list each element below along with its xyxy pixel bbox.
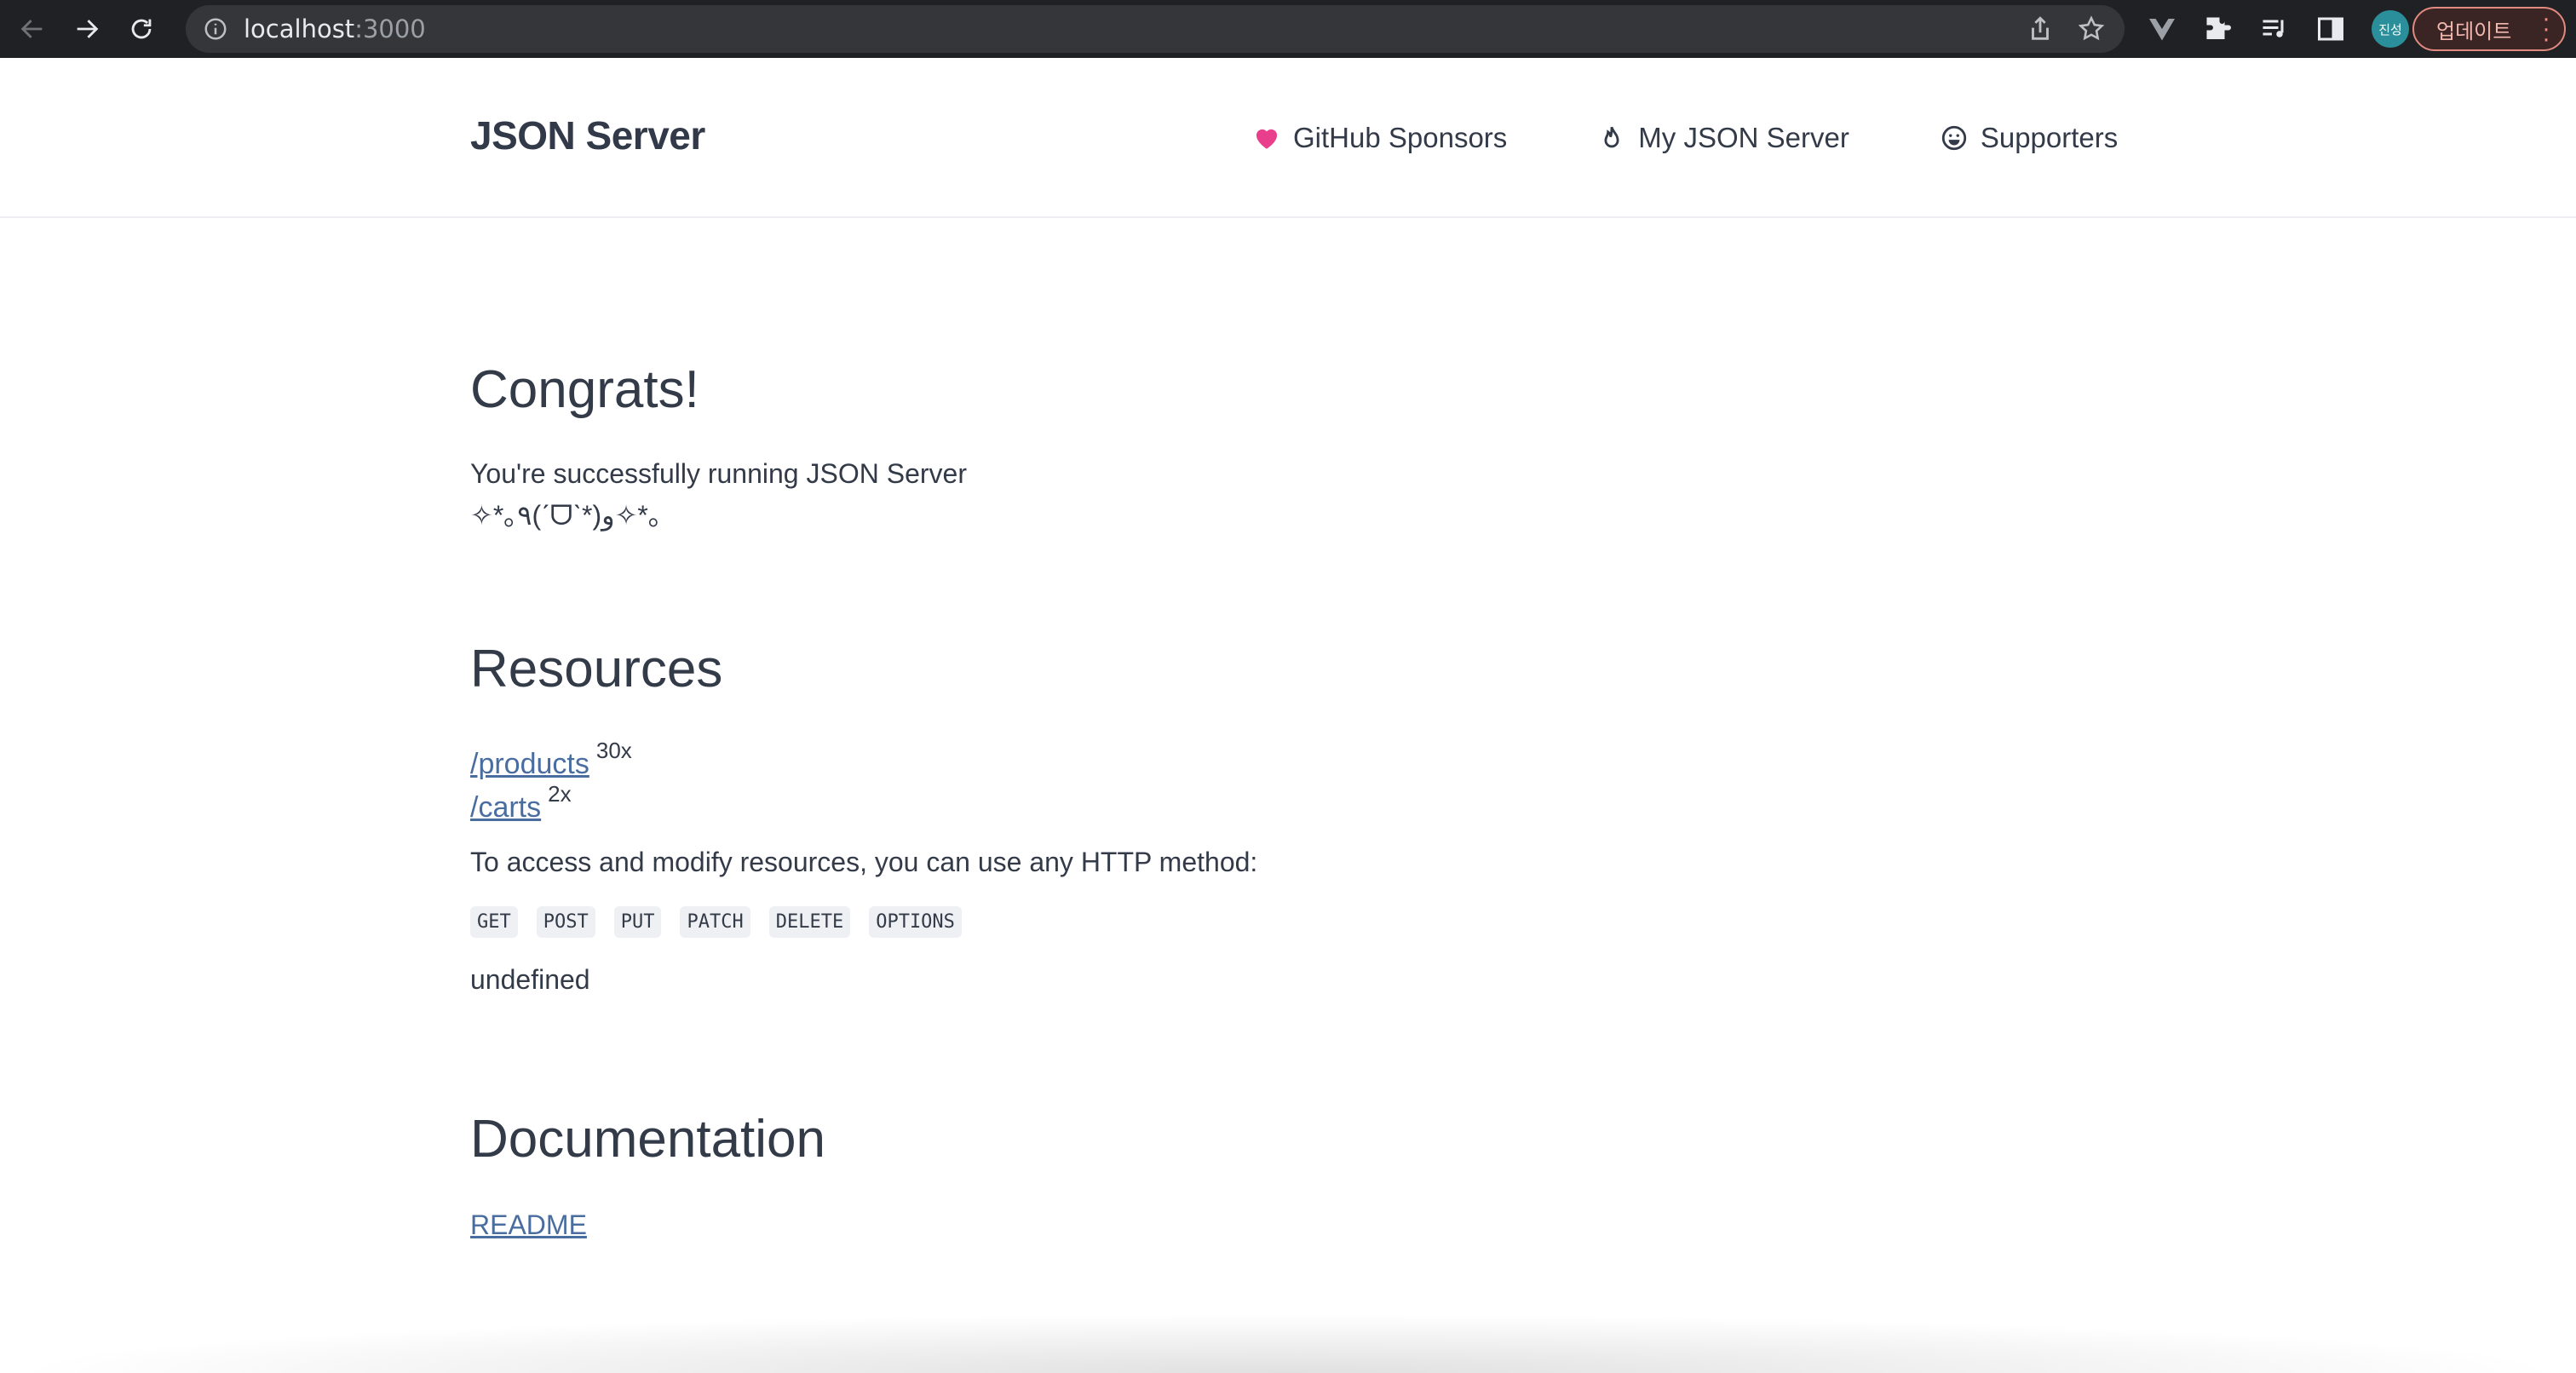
flame-icon [1604,126,1619,148]
nav-label: My JSON Server [1638,122,1849,153]
back-button[interactable] [10,7,55,51]
share-icon[interactable] [2026,14,2055,43]
extensions-puzzle-icon[interactable] [2203,14,2234,44]
nav-label: Supporters [1980,122,2119,153]
arrow-left-icon [20,20,43,38]
update-label: 업데이트 [2436,19,2512,43]
resource-count: 2x [548,781,572,807]
readme-link[interactable]: README [470,1209,587,1240]
nav-supporters[interactable]: Supporters [1940,122,2118,154]
access-text: To access and modify resources, you can … [470,847,1258,877]
nav-my-json-server[interactable]: My JSON Server [1597,122,1849,154]
method-badge: PATCH [680,906,750,938]
smile-icon [1941,125,1967,151]
reload-button[interactable] [119,7,164,51]
method-badge: DELETE [768,906,851,938]
heart-icon [1256,129,1278,149]
vue-devtools-icon[interactable] [2147,14,2177,44]
running-message: You're successfully running JSON Server [470,458,967,489]
method-badge: PUT [613,906,662,938]
side-panel-icon[interactable] [2315,14,2346,44]
info-icon[interactable] [203,16,228,42]
resources-heading: Resources [470,640,723,698]
site-header: JSON Server GitHub Sponsors My JSON Serv… [0,58,2576,218]
url-host: localhost [244,14,355,43]
resource-count: 30x [595,738,632,763]
kebab-menu-icon[interactable]: · · · [2542,9,2550,52]
browser-toolbar: localhost:3000 진성 업데이트 · · · [0,0,2576,58]
undefined-text: undefined [470,964,590,995]
nav-github-sponsors[interactable]: GitHub Sponsors [1252,122,1507,154]
http-methods: GET POST PUT PATCH DELETE OPTIONS [470,906,962,938]
update-button[interactable]: 업데이트 · · · [2412,7,2566,52]
window-bottom-shadow [0,1313,2576,1373]
readme-row: README [470,1209,587,1241]
arrow-right-icon [77,20,99,38]
documentation-heading: Documentation [470,1110,826,1169]
page: JSON Server GitHub Sponsors My JSON Serv… [0,58,2576,1373]
bookmark-star-icon[interactable] [2077,14,2106,43]
congrats-heading: Congrats! [470,360,699,419]
url-port: :3000 [354,14,426,43]
address-bar[interactable]: localhost:3000 [186,5,2125,53]
resource-item: /carts 2x [470,781,572,824]
method-badge: GET [470,906,518,938]
profile-avatar[interactable]: 진성 [2372,10,2409,48]
brand-title[interactable]: JSON Server [470,112,705,158]
method-badge: OPTIONS [869,906,962,938]
forward-button[interactable] [65,7,109,51]
method-badge: POST [536,906,595,938]
resource-link-products[interactable]: /products [470,748,589,780]
reload-icon [131,19,152,39]
kaomoji: ✧*｡٩(ˊᗜˋ*)و✧*｡ [470,500,662,531]
media-control-icon[interactable] [2259,14,2290,44]
resource-link-carts[interactable]: /carts [470,791,541,824]
nav-label: GitHub Sponsors [1293,122,1508,153]
header-nav: GitHub Sponsors My JSON Server Supporter… [1252,118,2118,158]
resource-item: /products 30x [470,738,632,781]
